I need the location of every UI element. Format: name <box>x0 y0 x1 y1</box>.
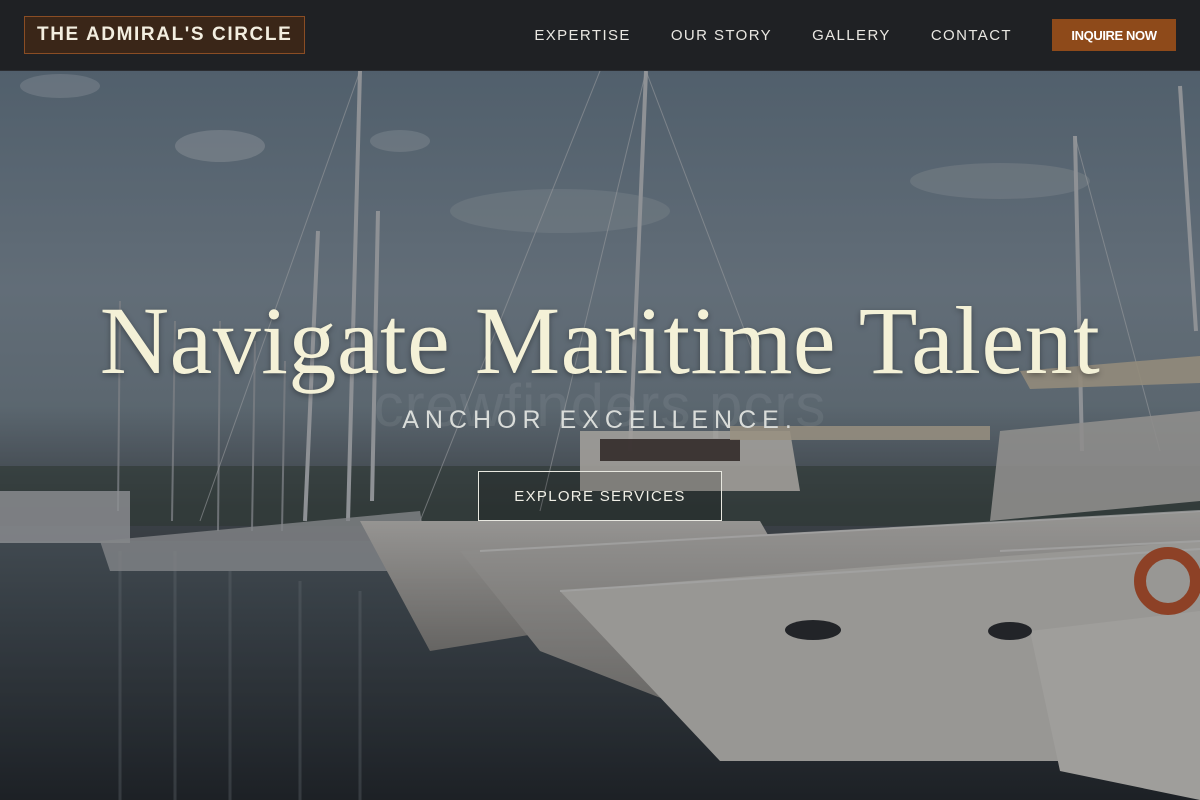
explore-services-button[interactable]: EXPLORE SERVICES <box>478 471 722 521</box>
nav-link-contact[interactable]: CONTACT <box>931 27 1012 44</box>
hero-section: crewfinders.pcrs Navigate Maritime Talen… <box>0 71 1200 800</box>
hero-subtitle: ANCHOR EXCELLENCE. <box>402 406 798 434</box>
nav-link-our-story[interactable]: OUR STORY <box>671 27 772 44</box>
main-nav: EXPERTISE OUR STORY GALLERY CONTACT INQU… <box>534 19 1176 51</box>
top-navbar: THE ADMIRAL'S CIRCLE EXPERTISE OUR STORY… <box>0 0 1200 71</box>
hero-title: Navigate Maritime Talent <box>99 287 1101 394</box>
hero-content: crewfinders.pcrs Navigate Maritime Talen… <box>0 71 1200 800</box>
nav-link-expertise[interactable]: EXPERTISE <box>534 27 631 44</box>
brand-logo[interactable]: THE ADMIRAL'S CIRCLE <box>24 16 306 54</box>
inquire-now-button[interactable]: INQUIRE NOW <box>1052 19 1176 51</box>
nav-link-gallery[interactable]: GALLERY <box>812 27 891 44</box>
